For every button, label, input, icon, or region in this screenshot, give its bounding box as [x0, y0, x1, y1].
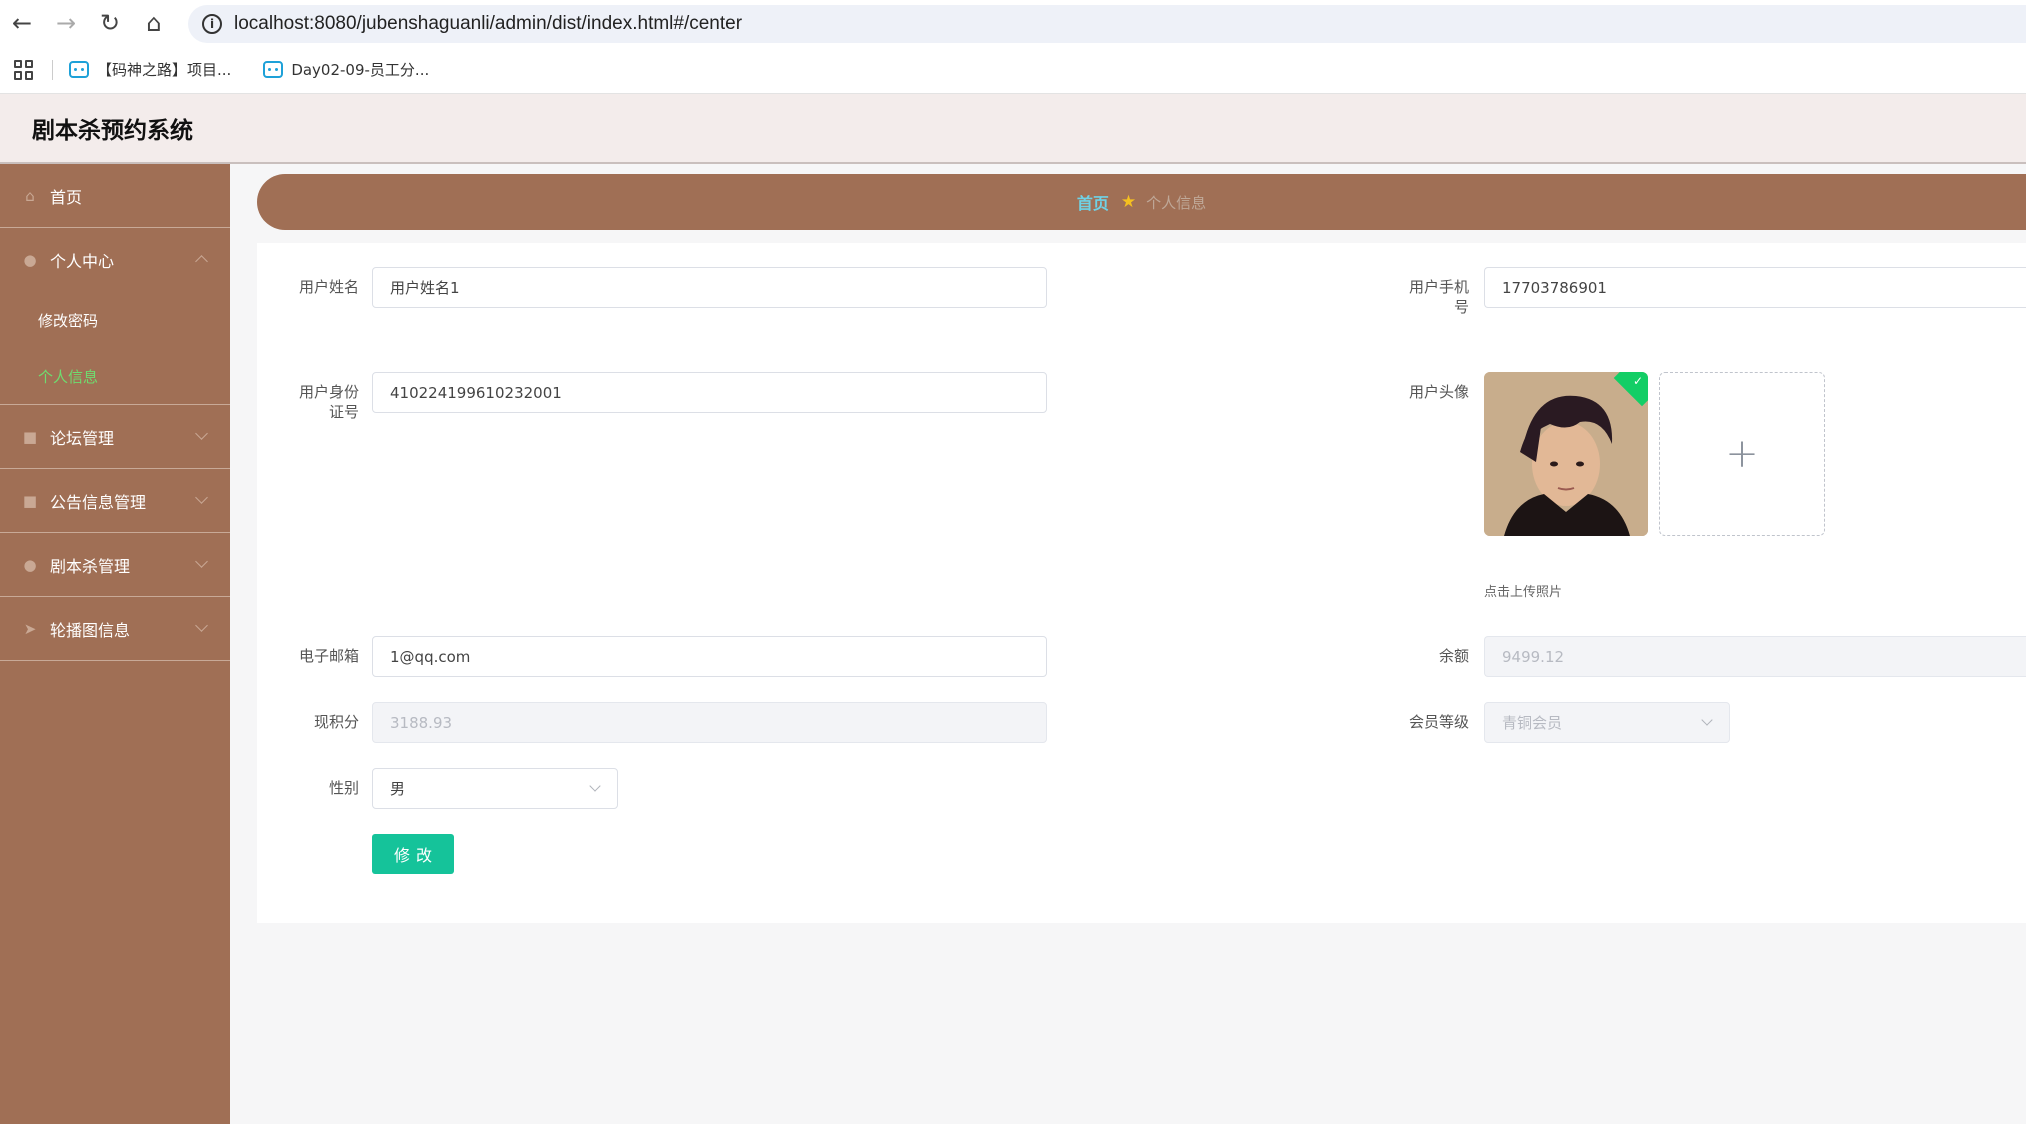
bookmark-label: 【码神之路】项目...	[97, 61, 232, 79]
balance-label: 余额	[1438, 647, 1469, 665]
sidebar-item-label: 剧本杀管理	[50, 556, 131, 576]
username-label: 用户姓名	[298, 278, 359, 296]
check-icon: ✓	[1632, 374, 1643, 388]
email-label: 电子邮箱	[298, 647, 359, 665]
balance-input: 9499.12	[1484, 636, 2026, 677]
chevron-down-icon	[195, 491, 208, 504]
avatar-portrait	[1484, 372, 1648, 536]
avatar-upload-button[interactable]: +	[1659, 372, 1825, 536]
home-icon[interactable]: ⌂	[132, 0, 176, 46]
avatar-image[interactable]: ✓	[1484, 372, 1648, 536]
sidebar-item-personal-center[interactable]: ● 个人中心	[0, 228, 230, 292]
sidebar: ⌂ 首页 ● 个人中心 修改密码 个人信息 ■ 论坛管理 ■ 公告信息管理 ● …	[0, 164, 230, 1124]
app-header: 剧本杀预约系统	[0, 94, 2026, 164]
chevron-down-icon	[195, 427, 208, 440]
breadcrumb-home[interactable]: 首页	[1077, 190, 1109, 214]
bookmark-separator	[52, 59, 53, 80]
plus-icon: +	[1725, 431, 1759, 477]
briefcase-icon: ■	[22, 427, 38, 446]
location-icon: ●	[23, 555, 37, 574]
site-info-icon[interactable]: i	[202, 14, 222, 34]
bookmark-label: Day02-09-员工分...	[291, 61, 430, 79]
chevron-down-icon	[589, 780, 601, 792]
phone-label-line1: 用户手机	[1408, 278, 1469, 296]
forward-icon[interactable]: →	[44, 0, 88, 46]
chevron-down-icon	[1701, 714, 1713, 726]
sidebar-group-personal: ● 个人中心 修改密码 个人信息	[0, 228, 230, 405]
breadcrumb-current: 个人信息	[1146, 193, 1207, 212]
email-input[interactable]: 1@qq.com	[372, 636, 1047, 677]
send-icon: ➤	[23, 619, 37, 638]
sidebar-item-label: 个人中心	[50, 252, 115, 271]
home-icon: ⌂	[25, 186, 35, 205]
back-icon[interactable]: ←	[0, 0, 44, 46]
phone-input[interactable]: 17703786901	[1484, 267, 2026, 308]
chevron-down-icon	[195, 555, 208, 568]
upload-tip: 点击上传照片	[1484, 585, 1563, 600]
sidebar-item-label: 论坛管理	[50, 428, 115, 448]
sidebar-item-forum[interactable]: ■ 论坛管理	[0, 405, 230, 469]
phone-label: 用户手机 号	[1337, 267, 1469, 315]
sidebar-item-label: 轮播图信息	[50, 620, 131, 640]
profile-form: 用户姓名 用户姓名1 用户手机 号 17703786901 用户身份 证号 41…	[257, 243, 2026, 923]
sidebar-item-profile[interactable]: 个人信息	[0, 348, 230, 404]
sidebar-item-script[interactable]: ● 剧本杀管理	[0, 533, 230, 597]
level-select: 青铜会员	[1484, 702, 1730, 743]
reload-icon[interactable]: ↻	[88, 0, 132, 46]
level-label: 会员等级	[1408, 713, 1469, 731]
points-label: 现积分	[313, 713, 359, 731]
points-input: 3188.93	[372, 702, 1047, 743]
gender-select[interactable]: 男	[372, 768, 618, 809]
bookmarks-bar: 【码神之路】项目... Day02-09-员工分...	[0, 46, 2026, 94]
username-input[interactable]: 用户姓名1	[372, 267, 1047, 308]
sidebar-item-change-password[interactable]: 修改密码	[0, 292, 230, 348]
bilibili-icon	[69, 61, 89, 78]
star-icon: ★	[1120, 192, 1137, 212]
sidebar-item-label: 首页	[50, 187, 83, 207]
briefcase-icon: ■	[22, 491, 38, 510]
sidebar-item-label: 公告信息管理	[50, 492, 147, 512]
breadcrumb: 首页 ★ 个人信息	[257, 174, 2026, 230]
bookmark-item[interactable]: 【码神之路】项目...	[69, 59, 231, 80]
chevron-up-icon	[195, 255, 208, 268]
browser-toolbar: ← → ↻ ⌂ i localhost:8080/jubenshaguanli/…	[0, 0, 2026, 46]
avatar-label: 用户头像	[1408, 383, 1469, 401]
user-icon: ●	[23, 251, 37, 269]
url-text: localhost:8080/jubenshaguanli/admin/dist…	[234, 13, 743, 34]
sidebar-item-carousel[interactable]: ➤ 轮播图信息	[0, 597, 230, 661]
address-bar[interactable]: i localhost:8080/jubenshaguanli/admin/di…	[188, 5, 2026, 43]
idcard-label: 用户身份 证号	[257, 372, 359, 420]
bookmark-item[interactable]: Day02-09-员工分...	[263, 59, 429, 80]
bilibili-icon	[263, 61, 284, 78]
sidebar-item-home[interactable]: ⌂ 首页	[0, 164, 230, 228]
sidebar-item-notice[interactable]: ■ 公告信息管理	[0, 469, 230, 533]
gender-value: 男	[390, 780, 406, 798]
gender-label: 性别	[328, 779, 359, 797]
apps-grid-icon[interactable]	[14, 59, 34, 80]
chevron-down-icon	[195, 619, 208, 632]
submit-button[interactable]: 修改	[372, 834, 454, 874]
app-title: 剧本杀预约系统	[32, 118, 193, 144]
level-value: 青铜会员	[1502, 714, 1563, 732]
idcard-input[interactable]: 410224199610232001	[372, 372, 1047, 413]
